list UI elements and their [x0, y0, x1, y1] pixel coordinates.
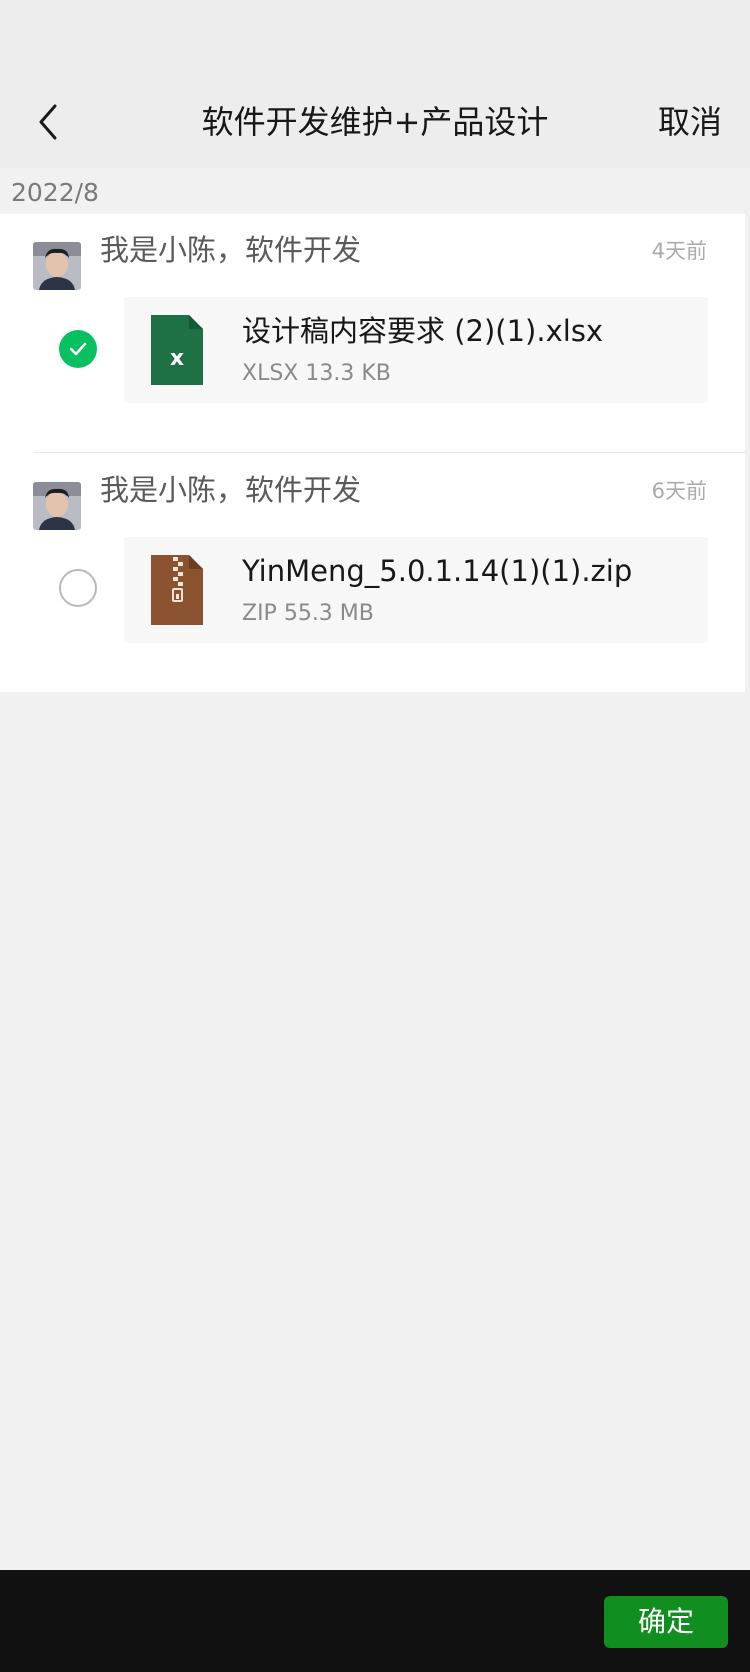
avatar	[33, 482, 81, 530]
message-time: 4天前	[651, 239, 707, 263]
chevron-left-icon	[39, 104, 57, 140]
sender-name: 我是小陈，软件开发	[100, 473, 362, 507]
cancel-button[interactable]: 取消	[658, 100, 722, 144]
bottom-action-bar: 确定	[0, 1570, 750, 1672]
checkmark-icon	[69, 342, 87, 356]
back-button[interactable]	[18, 92, 78, 152]
excel-file-icon: x	[151, 315, 203, 385]
sender-name: 我是小陈，软件开发	[100, 233, 362, 267]
file-list-item[interactable]: 我是小陈，软件开发 6天前 YinMeng_5.0.1.14(1)(1).zip…	[0, 454, 745, 694]
select-checkbox-checked[interactable]	[59, 330, 97, 368]
file-meta: ZIP 55.3 MB	[242, 601, 374, 626]
file-card[interactable]: x 设计稿内容要求 (2)(1).xlsx XLSX 13.3 KB	[124, 297, 708, 403]
file-name: YinMeng_5.0.1.14(1)(1).zip	[242, 554, 633, 588]
file-list: 我是小陈，软件开发 4天前 x 设计稿内容要求 (2)(1).xlsx XLSX…	[0, 214, 745, 692]
file-meta: XLSX 13.3 KB	[242, 361, 391, 386]
confirm-button[interactable]: 确定	[604, 1596, 728, 1648]
zip-file-icon	[151, 555, 203, 625]
top-bar: 软件开发维护+产品设计 取消	[0, 0, 750, 168]
avatar	[33, 242, 81, 290]
page-title: 软件开发维护+产品设计	[201, 103, 549, 141]
svg-text:x: x	[170, 346, 184, 371]
file-card[interactable]: YinMeng_5.0.1.14(1)(1).zip ZIP 55.3 MB	[124, 537, 708, 643]
file-name: 设计稿内容要求 (2)(1).xlsx	[242, 314, 604, 348]
section-date-header: 2022/8	[11, 178, 99, 207]
divider	[33, 452, 745, 453]
file-list-item[interactable]: 我是小陈，软件开发 4天前 x 设计稿内容要求 (2)(1).xlsx XLSX…	[0, 214, 745, 454]
select-checkbox-unchecked[interactable]	[59, 569, 97, 607]
message-time: 6天前	[651, 479, 707, 503]
